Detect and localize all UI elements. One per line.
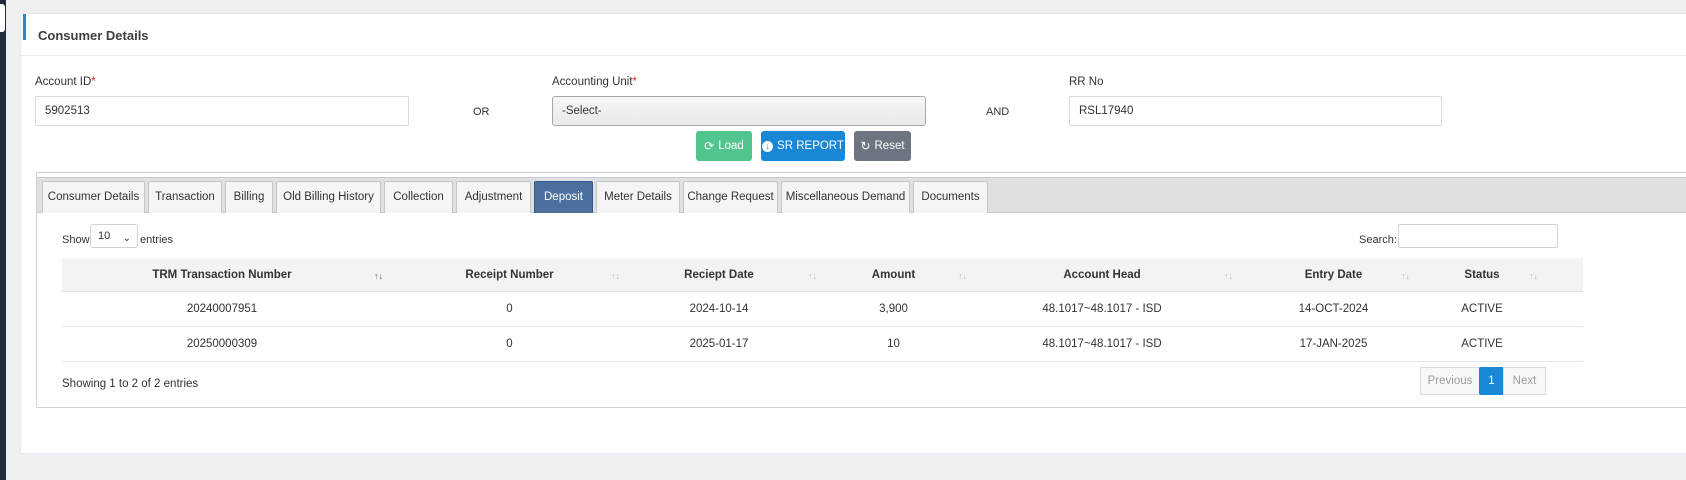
tab-change-request[interactable]: Change Request — [683, 181, 778, 213]
page-title: Consumer Details — [38, 28, 149, 43]
account-id-label: Account ID* — [35, 76, 96, 88]
table-header: TRM Transaction Number ↑↓ Receipt Number… — [62, 258, 1583, 292]
table-row: 20240007951 0 2024-10-14 3,900 48.1017~4… — [62, 292, 1583, 327]
and-label: AND — [986, 106, 1010, 118]
tab-deposit[interactable]: Deposit — [534, 181, 593, 213]
show-label: Show — [62, 234, 90, 246]
column-header-receipt-number[interactable]: Receipt Number — [382, 258, 637, 292]
tab-old-billing-history[interactable]: Old Billing History — [276, 181, 381, 213]
spinner-icon: ⟳ — [704, 139, 715, 153]
cell-entry-date: 14-OCT-2024 — [1298, 303, 1369, 315]
sidebar-toggle[interactable] — [0, 4, 5, 32]
cell-amount: 3,900 — [879, 303, 908, 315]
sidebar-edge — [0, 0, 6, 480]
tab-panel: Consumer Details Transaction Billing Old… — [36, 172, 1686, 408]
sort-icon[interactable]: ↑↓ — [1224, 258, 1233, 294]
column-header-trm-transaction-number[interactable]: TRM Transaction Number — [62, 258, 382, 292]
column-header-account-head[interactable]: Account Head — [962, 258, 1242, 292]
sort-icon[interactable]: ↑↓ — [611, 258, 620, 294]
tab-consumer-details[interactable]: Consumer Details — [42, 181, 145, 213]
rr-no-input[interactable]: RSL17940 — [1069, 96, 1442, 126]
column-header-amount[interactable]: Amount — [826, 258, 961, 292]
refresh-icon: ↻ — [860, 139, 871, 153]
sort-icon[interactable]: ↑↓ — [1401, 258, 1410, 294]
tab-strip: Consumer Details Transaction Billing Old… — [37, 177, 1686, 213]
tab-miscellaneous-demand[interactable]: Miscellaneous Demand — [781, 181, 910, 213]
required-mark: * — [91, 76, 96, 88]
column-header-status[interactable]: Status — [1425, 258, 1539, 292]
cell-reciept-date: 2025-01-17 — [689, 338, 749, 350]
sr-report-button[interactable]: ↓ SR REPORT — [761, 131, 845, 161]
entries-length-select[interactable]: 10 ⌄ — [90, 224, 138, 248]
cell-receipt-number: 0 — [506, 303, 513, 315]
reset-button[interactable]: ↻ Reset — [854, 131, 911, 161]
pagination-next[interactable]: Next — [1503, 367, 1546, 395]
column-header-entry-date[interactable]: Entry Date — [1242, 258, 1425, 292]
cell-account-head: 48.1017~48.1017 - ISD — [1042, 303, 1162, 315]
tab-documents[interactable]: Documents — [913, 181, 988, 213]
accounting-unit-label: Accounting Unit* — [552, 76, 638, 88]
tab-collection[interactable]: Collection — [384, 181, 453, 213]
or-label: OR — [473, 106, 490, 118]
account-id-input[interactable]: 5902513 — [35, 96, 409, 126]
cell-trm-transaction-number: 20250000309 — [186, 338, 258, 350]
download-circle-icon: ↓ — [762, 140, 774, 152]
pagination-previous[interactable]: Previous — [1420, 367, 1480, 395]
cell-account-head: 48.1017~48.1017 - ISD — [1042, 338, 1162, 350]
sort-icon[interactable]: ↑↓ — [808, 258, 817, 294]
tab-adjustment[interactable]: Adjustment — [456, 181, 531, 213]
tab-transaction[interactable]: Transaction — [148, 181, 222, 213]
search-label: Search: — [1359, 234, 1397, 246]
search-input[interactable] — [1398, 224, 1558, 248]
entries-label: entries — [140, 234, 174, 246]
pagination-page-1[interactable]: 1 — [1479, 367, 1504, 395]
cell-reciept-date: 2024-10-14 — [689, 303, 749, 315]
tab-billing[interactable]: Billing — [225, 181, 273, 213]
load-button[interactable]: ⟳ Load — [696, 131, 752, 161]
required-mark: * — [632, 76, 638, 88]
tab-meter-details[interactable]: Meter Details — [596, 181, 680, 213]
cell-amount: 10 — [887, 338, 900, 350]
cell-entry-date: 17-JAN-2025 — [1299, 338, 1368, 350]
cell-status: ACTIVE — [1461, 303, 1503, 315]
table-row: 20250000309 0 2025-01-17 10 48.1017~48.1… — [62, 327, 1583, 362]
cell-trm-transaction-number: 20240007951 — [186, 303, 258, 315]
column-header-reciept-date[interactable]: Reciept Date — [637, 258, 801, 292]
table-info: Showing 1 to 2 of 2 entries — [62, 378, 199, 390]
consumer-details-card: Consumer Details Account ID* 5902513 OR … — [20, 13, 1686, 454]
card-header: Consumer Details — [21, 14, 1686, 56]
cell-status: ACTIVE — [1461, 338, 1503, 350]
rr-no-label: RR No — [1069, 76, 1104, 88]
chevron-down-icon: ⌄ — [122, 233, 131, 244]
header-accent-bar — [23, 14, 26, 40]
accounting-unit-select[interactable]: -Select- — [552, 96, 926, 126]
sort-icon[interactable]: ↑↓ — [1529, 258, 1538, 294]
cell-receipt-number: 0 — [506, 338, 513, 350]
